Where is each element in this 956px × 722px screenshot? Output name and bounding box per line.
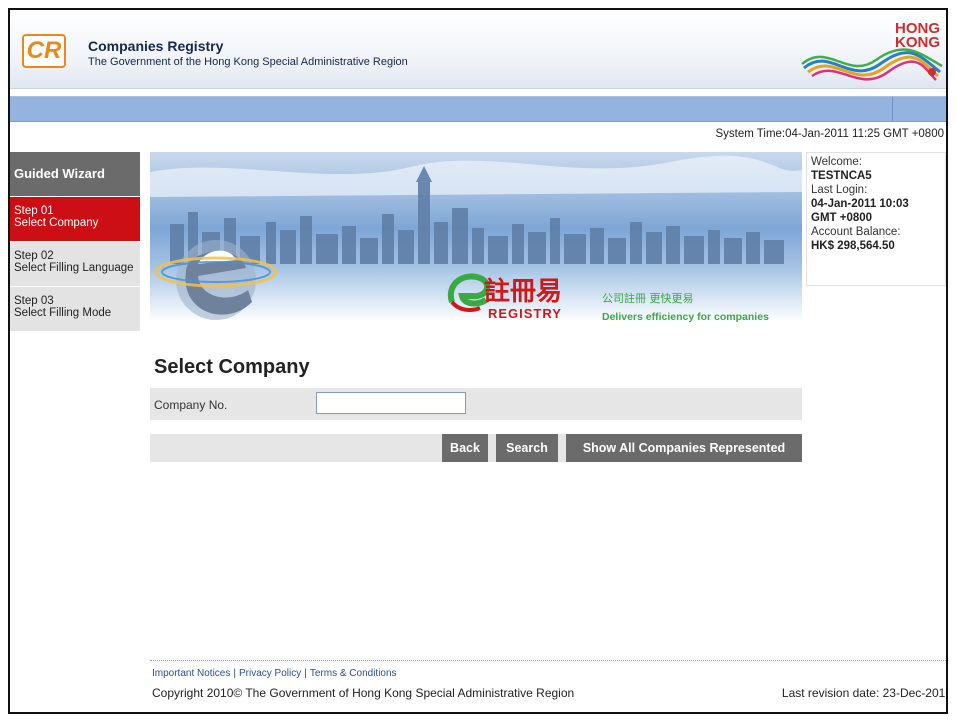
wizard-step-01[interactable]: Step 01 Select Company: [10, 196, 140, 241]
show-all-companies-button[interactable]: Show All Companies Represented: [566, 434, 802, 462]
system-time: System Time:04-Jan-2011 11:25 GMT +0800: [715, 128, 944, 140]
last-login-date: 04-Jan-2011 10:03: [811, 198, 909, 210]
last-revision-date: Last revision date: 23-Dec-2010: [781, 686, 948, 700]
hong-kong-brand-logo: HONG KONG: [800, 16, 946, 86]
browser-page: CR Companies Registry The Government of …: [8, 8, 948, 714]
page-title: Select Company: [154, 356, 310, 378]
search-button[interactable]: Search: [496, 434, 558, 462]
site-title: Companies Registry: [88, 38, 224, 54]
skyline-banner-image: 註冊易 REGISTRY 公司註冊 更快更易 Delivers efficien…: [150, 152, 802, 322]
step-label: Select Company: [14, 217, 99, 229]
last-login-label: Last Login:: [811, 184, 868, 196]
username: TESTNCA5: [811, 170, 872, 182]
navigation-bar: [10, 96, 946, 122]
cr-logo[interactable]: CR: [22, 34, 66, 68]
privacy-policy-link[interactable]: Privacy Policy: [239, 668, 301, 679]
wizard-step-03[interactable]: Step 03 Select Filling Mode: [10, 286, 140, 331]
footer-separator: |: [233, 668, 236, 679]
wizard-step-02[interactable]: Step 02 Select Filling Language: [10, 241, 140, 286]
back-button[interactable]: Back: [442, 434, 488, 462]
company-number-input[interactable]: [316, 392, 466, 414]
footer-divider: [150, 660, 946, 661]
step-number: Step 01: [14, 205, 54, 217]
banner-chinese-tagline: 公司註冊 更快更易: [602, 292, 694, 305]
last-login-timezone: GMT +0800: [811, 212, 873, 224]
banner-chinese-title: 註冊易: [484, 277, 562, 307]
footer-links: Important Notices | Privacy Policy | Terms &…: [152, 668, 397, 679]
company-number-label: Company No.: [154, 398, 228, 412]
guided-wizard-sidebar: Guided Wizard Step 01 Select Company Ste…: [10, 152, 140, 331]
action-button-row: Back Search Show All Companies Represent…: [150, 434, 802, 462]
important-notices-link[interactable]: Important Notices: [152, 668, 230, 679]
site-subtitle: The Government of the Hong Kong Special …: [88, 56, 408, 68]
banner-tagline: Delivers efficiency for companies: [602, 311, 769, 322]
step-number: Step 02: [14, 250, 54, 262]
footer-separator: |: [304, 668, 307, 679]
step-number: Step 03: [14, 295, 54, 307]
welcome-label: Welcome:: [811, 156, 862, 168]
copyright-notice: Copyright 2010© The Government of Hong K…: [152, 686, 575, 700]
terms-conditions-link[interactable]: Terms & Conditions: [310, 668, 397, 679]
site-header: CR Companies Registry The Government of …: [10, 10, 946, 89]
step-label: Select Filling Language: [14, 262, 134, 274]
hong-kong-logo-text: HONG KONG: [895, 20, 940, 51]
banner-brand: REGISTRY: [488, 306, 562, 321]
welcome-panel: Welcome: TESTNCA5 Last Login: 04-Jan-201…: [806, 152, 946, 286]
wizard-heading: Guided Wizard: [10, 152, 140, 196]
nav-bar-divider: [892, 97, 893, 121]
account-balance-label: Account Balance:: [811, 226, 901, 238]
account-balance-value: HK$ 298,564.50: [811, 240, 895, 252]
e-registry-banner: 註冊易 REGISTRY 公司註冊 更快更易 Delivers efficien…: [150, 152, 802, 322]
company-number-row: Company No.: [150, 388, 802, 420]
step-label: Select Filling Mode: [14, 307, 112, 319]
